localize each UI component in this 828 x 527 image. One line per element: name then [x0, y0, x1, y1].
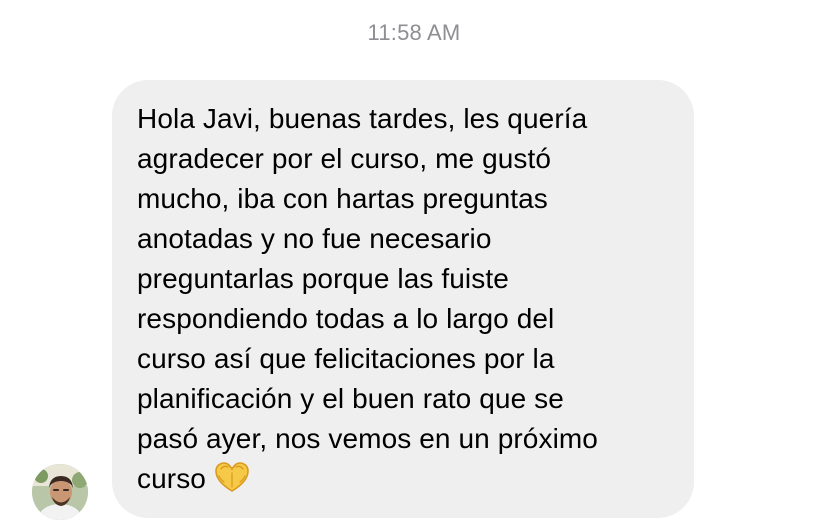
message-bubble[interactable]: Hola Javi, buenas tardes, les quería agr…: [112, 80, 694, 518]
avatar-photo-icon: [32, 464, 88, 520]
message-timestamp: 11:58 AM: [367, 20, 461, 45]
message-thread: 11:58 AM Hola Javi, buenas tardes, les q…: [0, 0, 828, 527]
message-text: Hola Javi, buenas tardes, les quería agr…: [137, 103, 598, 494]
sender-avatar[interactable]: [32, 464, 88, 520]
heart-hands-emoji-icon: [212, 460, 252, 494]
